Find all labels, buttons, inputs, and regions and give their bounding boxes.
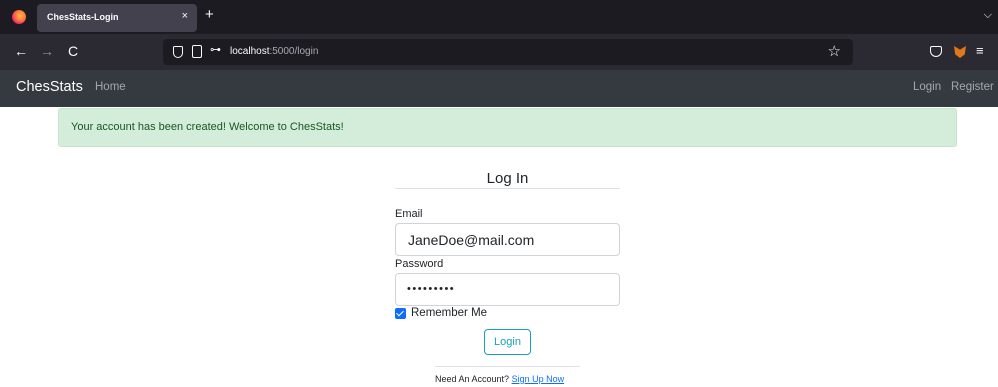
url-host: localhost [230,46,270,57]
footer-divider [435,366,580,367]
signup-prompt-row: Need An Account? Sign Up Now [435,374,564,384]
form-legend: Log In [486,170,529,187]
alert-message: Your account has been created! Welcome t… [71,121,344,133]
back-icon[interactable]: ← [14,43,28,59]
nav-link-home[interactable]: Home [95,81,126,93]
address-bar[interactable]: ⊶ localhost:5000/login ☆ [163,39,853,65]
hamburger-menu-icon[interactable]: ≡ [976,43,984,58]
email-field[interactable]: JaneDoe@mail.com [395,223,620,256]
browser-tab[interactable]: ChesStats-Login × [37,4,197,32]
browser-toolbar: ← → C ⊶ localhost:5000/login ☆ ≡ [0,34,998,70]
sign-up-link[interactable]: Sign Up Now [512,374,565,384]
remember-me-label[interactable]: Remember Me [411,307,487,319]
browser-tab-bar: ChesStats-Login × + ⌵ [0,0,998,34]
login-button-label: Login [494,336,521,348]
password-label: Password [395,258,444,270]
pocket-icon[interactable] [930,46,942,57]
brand-logo[interactable]: ChesStats [16,79,83,95]
signup-prompt: Need An Account? [435,374,510,384]
login-button[interactable]: Login [484,329,531,355]
tracking-protection-icon[interactable] [173,46,183,58]
legend-divider [395,188,620,189]
url-path: :5000/login [269,46,319,57]
key-icon[interactable]: ⊶ [210,43,221,56]
site-navbar: ChesStats Home Login Register [0,70,998,107]
tab-title: ChesStats-Login [47,12,119,22]
new-tab-icon[interactable]: + [205,6,214,23]
bookmark-star-icon[interactable]: ☆ [828,42,841,60]
success-alert: Your account has been created! Welcome t… [58,108,957,147]
password-field[interactable]: ••••••••• [395,273,620,306]
nav-link-login[interactable]: Login [913,81,941,93]
firefox-logo-icon [12,10,26,24]
reload-icon[interactable]: C [68,43,78,59]
email-value: JaneDoe@mail.com [408,232,535,248]
tab-close-icon[interactable]: × [182,10,188,22]
password-value: ••••••••• [407,283,456,295]
page-info-icon[interactable] [192,45,202,58]
email-label: Email [395,208,423,220]
nav-link-register[interactable]: Register [951,81,994,93]
metamask-extension-icon[interactable] [954,46,966,58]
forward-icon[interactable]: → [40,43,54,59]
list-tabs-icon[interactable]: ⌵ [984,9,992,22]
remember-me-checkbox[interactable] [395,308,406,319]
url-text[interactable]: localhost:5000/login [230,46,318,57]
